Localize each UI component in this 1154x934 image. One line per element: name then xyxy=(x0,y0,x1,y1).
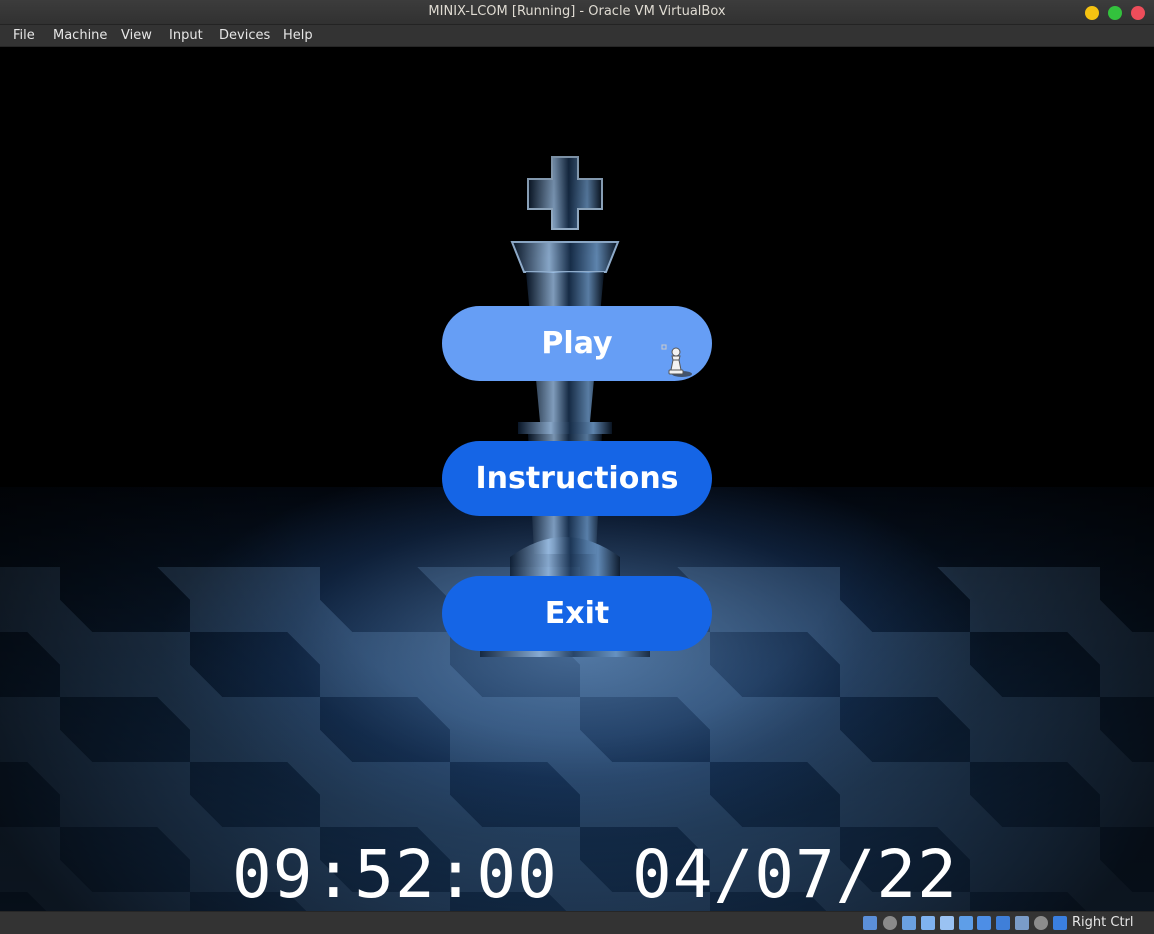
menu-devices[interactable]: Devices xyxy=(219,28,270,43)
audio-icon[interactable] xyxy=(902,916,916,930)
network-icon[interactable] xyxy=(921,916,935,930)
menu-file[interactable]: File xyxy=(13,28,35,43)
vm-screen[interactable]: Play Instructions Exit 09:52:00 04/07/22 xyxy=(0,47,1154,911)
video-capture-icon[interactable] xyxy=(996,916,1010,930)
cpu-icon[interactable] xyxy=(1015,916,1029,930)
clock-date: 04/07/22 xyxy=(632,836,958,912)
clock-time: 09:52:00 xyxy=(232,836,558,912)
optical-drive-icon[interactable] xyxy=(883,916,897,930)
minimize-button[interactable] xyxy=(1085,6,1099,20)
menu-input[interactable]: Input xyxy=(169,28,203,43)
maximize-button[interactable] xyxy=(1108,6,1122,20)
pawn-cursor-icon xyxy=(661,344,692,377)
status-bar: Right Ctrl xyxy=(0,911,1154,934)
mouse-integration-icon[interactable] xyxy=(1034,916,1048,930)
shared-folders-icon[interactable] xyxy=(959,916,973,930)
hard-disk-icon[interactable] xyxy=(863,916,877,930)
menu-help[interactable]: Help xyxy=(283,28,313,43)
menu-machine[interactable]: Machine xyxy=(53,28,107,43)
close-button[interactable] xyxy=(1131,6,1145,20)
exit-button[interactable]: Exit xyxy=(442,576,712,651)
display-icon[interactable] xyxy=(977,916,991,930)
usb-icon[interactable] xyxy=(940,916,954,930)
host-key-label: Right Ctrl xyxy=(1072,915,1134,930)
window-title: MINIX-LCOM [Running] - Oracle VM Virtual… xyxy=(428,4,726,19)
menu-bar: File Machine View Input Devices Help xyxy=(0,25,1154,47)
instructions-button[interactable]: Instructions xyxy=(442,441,712,516)
title-bar: MINIX-LCOM [Running] - Oracle VM Virtual… xyxy=(0,0,1154,25)
menu-view[interactable]: View xyxy=(121,28,152,43)
keyboard-capture-icon[interactable] xyxy=(1053,916,1067,930)
